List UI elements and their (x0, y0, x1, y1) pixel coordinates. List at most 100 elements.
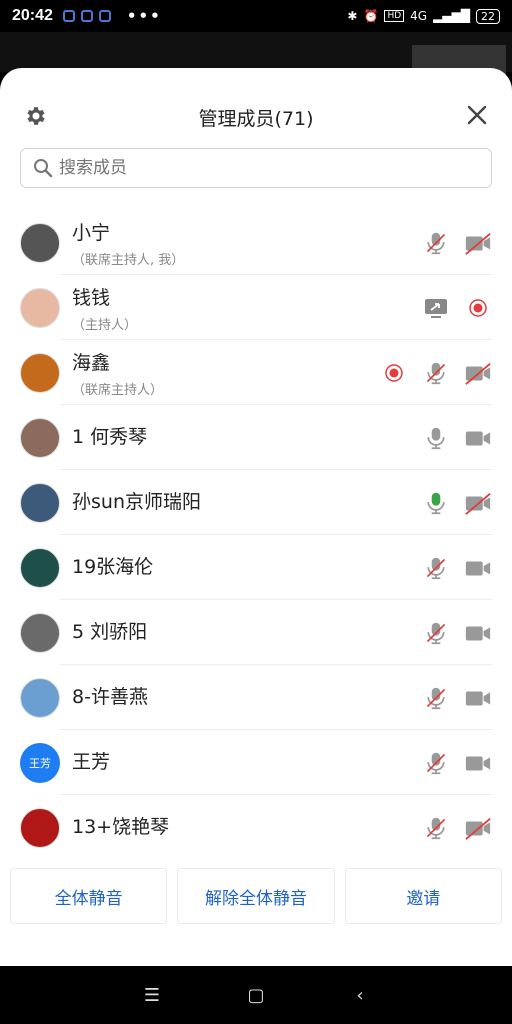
mic-muted-icon[interactable] (422, 684, 450, 712)
member-names: 13+饶艳琴 (72, 803, 169, 860)
member-names: 海鑫 （联席主持人） (72, 348, 163, 398)
member-status-icons (422, 795, 492, 860)
member-avatar (20, 287, 60, 328)
video-off-icon[interactable] (464, 359, 492, 387)
hd-icon: HD (384, 10, 405, 22)
recording-icon (380, 359, 408, 387)
video-icon[interactable] (464, 554, 492, 582)
home-icon[interactable]: ▢ (241, 980, 271, 1010)
member-name: 钱钱 (72, 287, 111, 309)
member-row[interactable]: 1 何秀琴 (0, 405, 512, 470)
bluetooth-icon: ✱ (347, 9, 358, 23)
video-icon[interactable] (464, 619, 492, 647)
member-row[interactable]: 小宁 （联席主持人, 我） (0, 210, 512, 275)
footer-actions: 全体静音 解除全体静音 邀请 (10, 868, 502, 924)
battery-level: 22 (476, 8, 500, 24)
member-avatar (20, 677, 60, 718)
member-name: 孙sun京师瑞阳 (72, 491, 201, 513)
alarm-icon: ⏰ (363, 9, 379, 23)
member-status-icons (422, 405, 492, 470)
status-right: ✱ ⏰ HD 4G ▂▄▆█ 22 (347, 8, 500, 24)
network-label: 4G (410, 9, 428, 23)
member-row[interactable]: 海鑫 （联席主持人） (0, 340, 512, 405)
member-avatar (20, 482, 60, 523)
invite-button[interactable]: 邀请 (344, 868, 502, 924)
member-row[interactable]: 8-许善燕 (0, 665, 512, 730)
member-row[interactable]: 19张海伦 (0, 535, 512, 600)
member-name: 19张海伦 (72, 556, 154, 578)
member-names: 19张海伦 (72, 543, 153, 600)
back-icon[interactable]: ‹ (345, 980, 375, 1010)
member-avatar (20, 222, 60, 263)
member-avatar (20, 352, 60, 393)
member-avatar (20, 807, 60, 848)
system-nav-bar: ☰ ▢ ‹ (0, 966, 512, 1024)
status-bar: 20:42 ••• ✱ ⏰ HD 4G ▂▄▆█ 22 (0, 0, 512, 32)
member-name: 1 何秀琴 (72, 426, 148, 448)
member-name: 海鑫 (72, 352, 111, 374)
member-status-icons (422, 210, 492, 275)
screen-share-icon (422, 294, 450, 322)
mic-muted-icon[interactable] (422, 619, 450, 647)
member-status-icons (422, 665, 492, 730)
member-status-icons (422, 730, 492, 795)
member-row[interactable]: 5 刘骄阳 (0, 600, 512, 665)
dialog-title: 管理成员(71) (198, 108, 314, 130)
mic-icon[interactable] (422, 424, 450, 452)
member-names: 1 何秀琴 (72, 413, 147, 470)
member-status-icons (422, 600, 492, 665)
search-box[interactable] (20, 148, 492, 188)
member-names: 8-许善燕 (72, 673, 148, 730)
member-avatar (20, 547, 60, 588)
member-status-icons (380, 340, 492, 405)
unmute-all-button[interactable]: 解除全体静音 (177, 868, 335, 924)
mic-muted-icon[interactable] (422, 359, 450, 387)
app-notification-icon (62, 10, 75, 22)
member-avatar (20, 417, 60, 458)
member-names: 钱钱 （主持人） (72, 283, 137, 333)
member-status-icons (422, 275, 492, 340)
more-notifications-icon: ••• (126, 7, 162, 25)
video-off-icon[interactable] (464, 229, 492, 257)
member-row[interactable]: 孙sun京师瑞阳 (0, 470, 512, 535)
video-icon[interactable] (464, 684, 492, 712)
recording-icon (464, 294, 492, 322)
video-icon[interactable] (464, 749, 492, 777)
mic-muted-icon[interactable] (422, 814, 450, 842)
member-name: 8-许善燕 (72, 686, 148, 708)
member-role: （联席主持人） (72, 383, 164, 398)
member-name: 13+饶艳琴 (72, 816, 170, 838)
member-status-icons (422, 470, 492, 535)
member-status-icons (422, 535, 492, 600)
app-notification-icon (80, 10, 93, 22)
mic-muted-icon[interactable] (422, 749, 450, 777)
mic-muted-icon[interactable] (422, 229, 450, 257)
member-row[interactable]: 钱钱 （主持人） (0, 275, 512, 340)
member-avatar: 王芳 (20, 742, 60, 783)
member-name: 王芳 (72, 751, 111, 773)
member-role: （主持人） (72, 318, 138, 333)
signal-icon: ▂▄▆█ (433, 9, 470, 23)
status-time: 20:42 (12, 7, 53, 24)
member-names: 5 刘骄阳 (72, 608, 147, 665)
close-icon[interactable] (466, 104, 488, 126)
member-names: 小宁 （联席主持人, 我） (72, 218, 184, 268)
video-icon[interactable] (464, 424, 492, 452)
member-row[interactable]: 王芳 王芳 (0, 730, 512, 795)
search-icon (34, 159, 53, 178)
member-name: 小宁 (72, 222, 111, 244)
mic-icon[interactable] (422, 489, 450, 517)
menu-icon[interactable]: ☰ (137, 980, 167, 1010)
search-input[interactable] (59, 158, 439, 178)
avatar-initials: 王芳 (29, 756, 51, 770)
member-names: 孙sun京师瑞阳 (72, 478, 201, 535)
mute-all-button[interactable]: 全体静音 (10, 868, 168, 924)
member-names: 王芳 (72, 738, 110, 795)
video-off-icon[interactable] (464, 489, 492, 517)
video-off-icon[interactable] (464, 814, 492, 842)
sheet-header: 管理成员(71) (0, 68, 512, 188)
mic-muted-icon[interactable] (422, 554, 450, 582)
member-avatar (20, 612, 60, 653)
member-role: （联席主持人, 我） (72, 253, 185, 268)
member-row[interactable]: 13+饶艳琴 (0, 795, 512, 860)
